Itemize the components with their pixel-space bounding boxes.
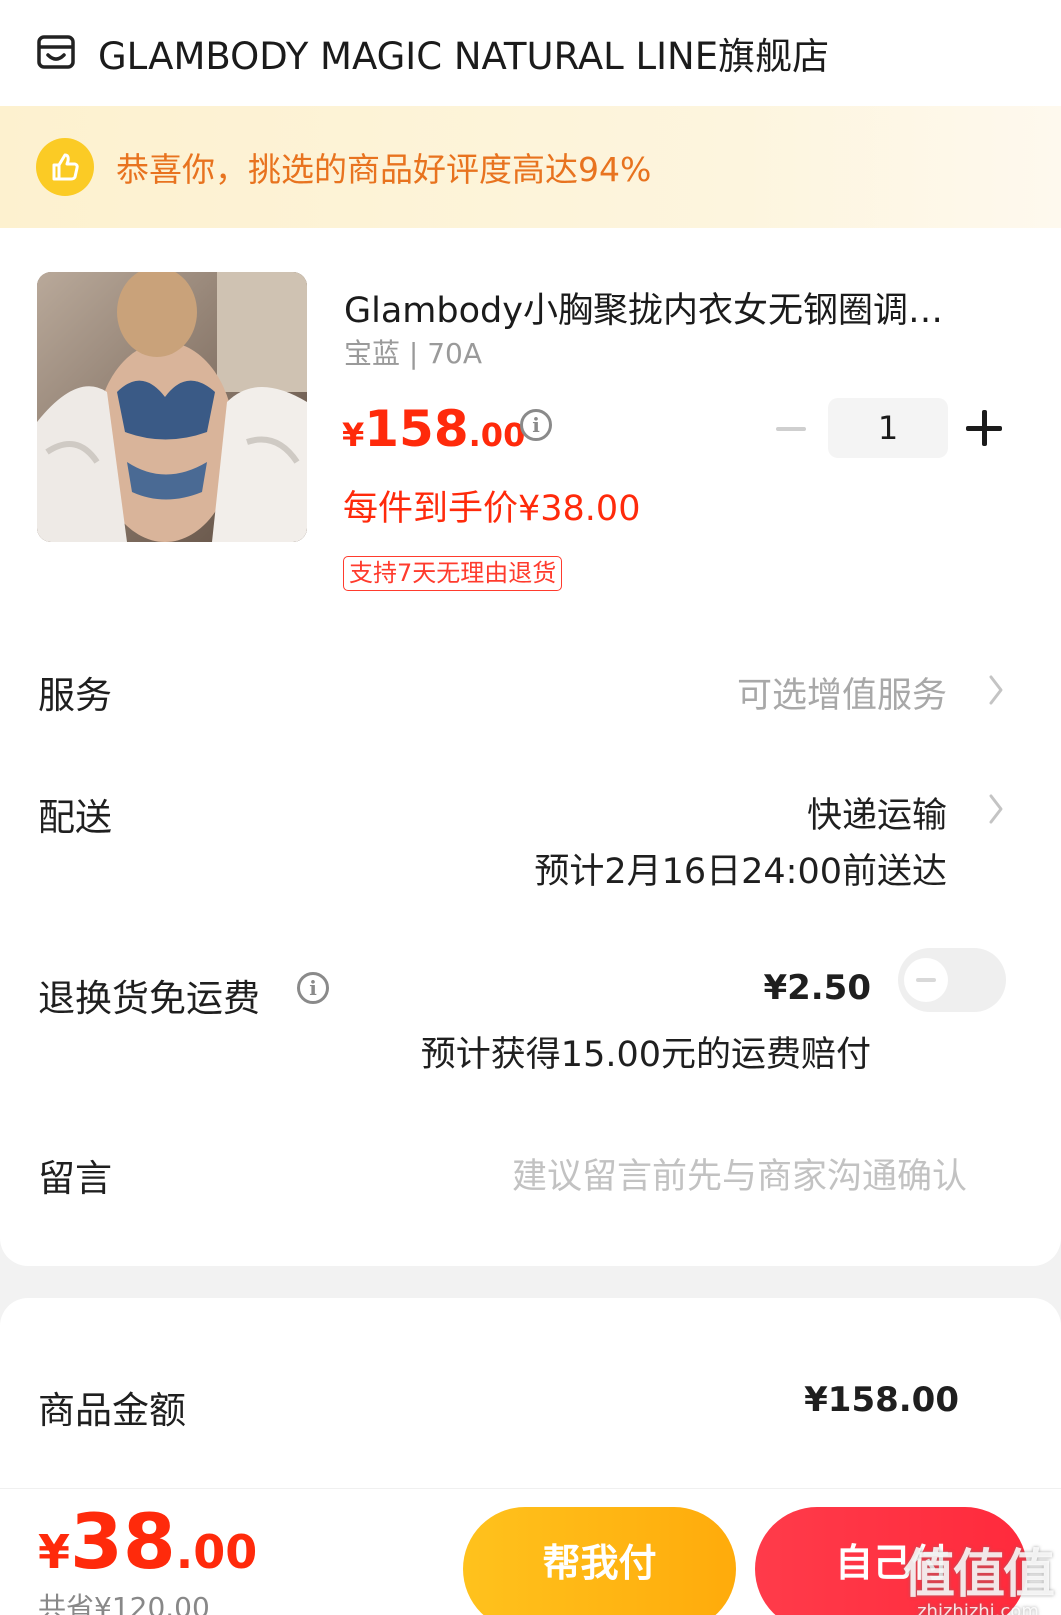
return-shipping-info-icon[interactable]: i [297,972,329,1004]
delivery-eta: 预计2月16日24:00前送达 [534,852,947,892]
quantity-decrease-button[interactable] [774,412,808,446]
return-policy-tag: 支持7天无理由退货 [343,556,563,591]
service-value[interactable]: 可选增值服务 [737,667,947,718]
watermark-logo: 值值值 [902,1545,1055,1605]
total-price: ¥38.00 [38,1497,257,1586]
delivery-label: 配送 [38,796,112,839]
quantity-increase-button[interactable] [966,410,1002,446]
message-input[interactable]: 建议留言前先与商家沟通确认 [512,1148,967,1199]
quantity-value[interactable]: 1 [828,398,948,458]
price-info-icon[interactable]: i [520,409,552,441]
total-currency: ¥ [38,1525,71,1579]
price-decimal: .00 [468,416,526,454]
return-shipping-price: ¥2.50 [763,968,871,1008]
thumbs-up-icon [36,138,94,196]
total-integer: 38 [70,1497,176,1586]
shop-icon [36,33,76,73]
total-decimal: .00 [175,1525,258,1579]
goods-amount-label: 商品金额 [38,1389,186,1432]
watermark-url: zhizhizhi.com [917,1601,1039,1615]
delivery-method[interactable]: 快递运输 [807,787,947,838]
net-price: 每件到手价¥38.00 [343,489,641,529]
product-image[interactable] [37,272,307,542]
price-integer: 158 [364,400,469,458]
price-currency: ¥ [342,416,365,454]
delivery-chevron-right-icon[interactable] [986,793,1006,825]
shop-name: GLAMBODY MAGIC NATURAL LINE旗舰店 [98,35,830,78]
return-shipping-label: 退换货免运费 [38,977,260,1020]
product-title[interactable]: Glambody小胸聚拢内衣女无钢圈调… [344,282,1004,333]
toggle-knob [904,958,948,1002]
service-label: 服务 [38,674,112,717]
banner-text: 恭喜你，挑选的商品好评度高达94% [116,150,652,189]
goods-amount-value: ¥158.00 [804,1380,959,1420]
total-saved: 共省¥120.00 [38,1591,210,1615]
return-shipping-toggle[interactable] [898,948,1006,1012]
help-pay-button[interactable]: 帮我付 [463,1507,736,1615]
return-shipping-note: 预计获得15.00元的运费赔付 [420,1035,871,1075]
product-sku[interactable]: 宝蓝 | 70A [344,332,482,372]
shop-header[interactable]: GLAMBODY MAGIC NATURAL LINE旗舰店 [0,0,1061,106]
service-chevron-right-icon[interactable] [986,674,1006,706]
message-label: 留言 [38,1157,112,1200]
praise-banner: 恭喜你，挑选的商品好评度高达94% [0,106,1061,228]
site-watermark: 值值值 zhizhizhi.com [902,1532,1055,1615]
product-price: ¥158.00 [342,400,525,458]
